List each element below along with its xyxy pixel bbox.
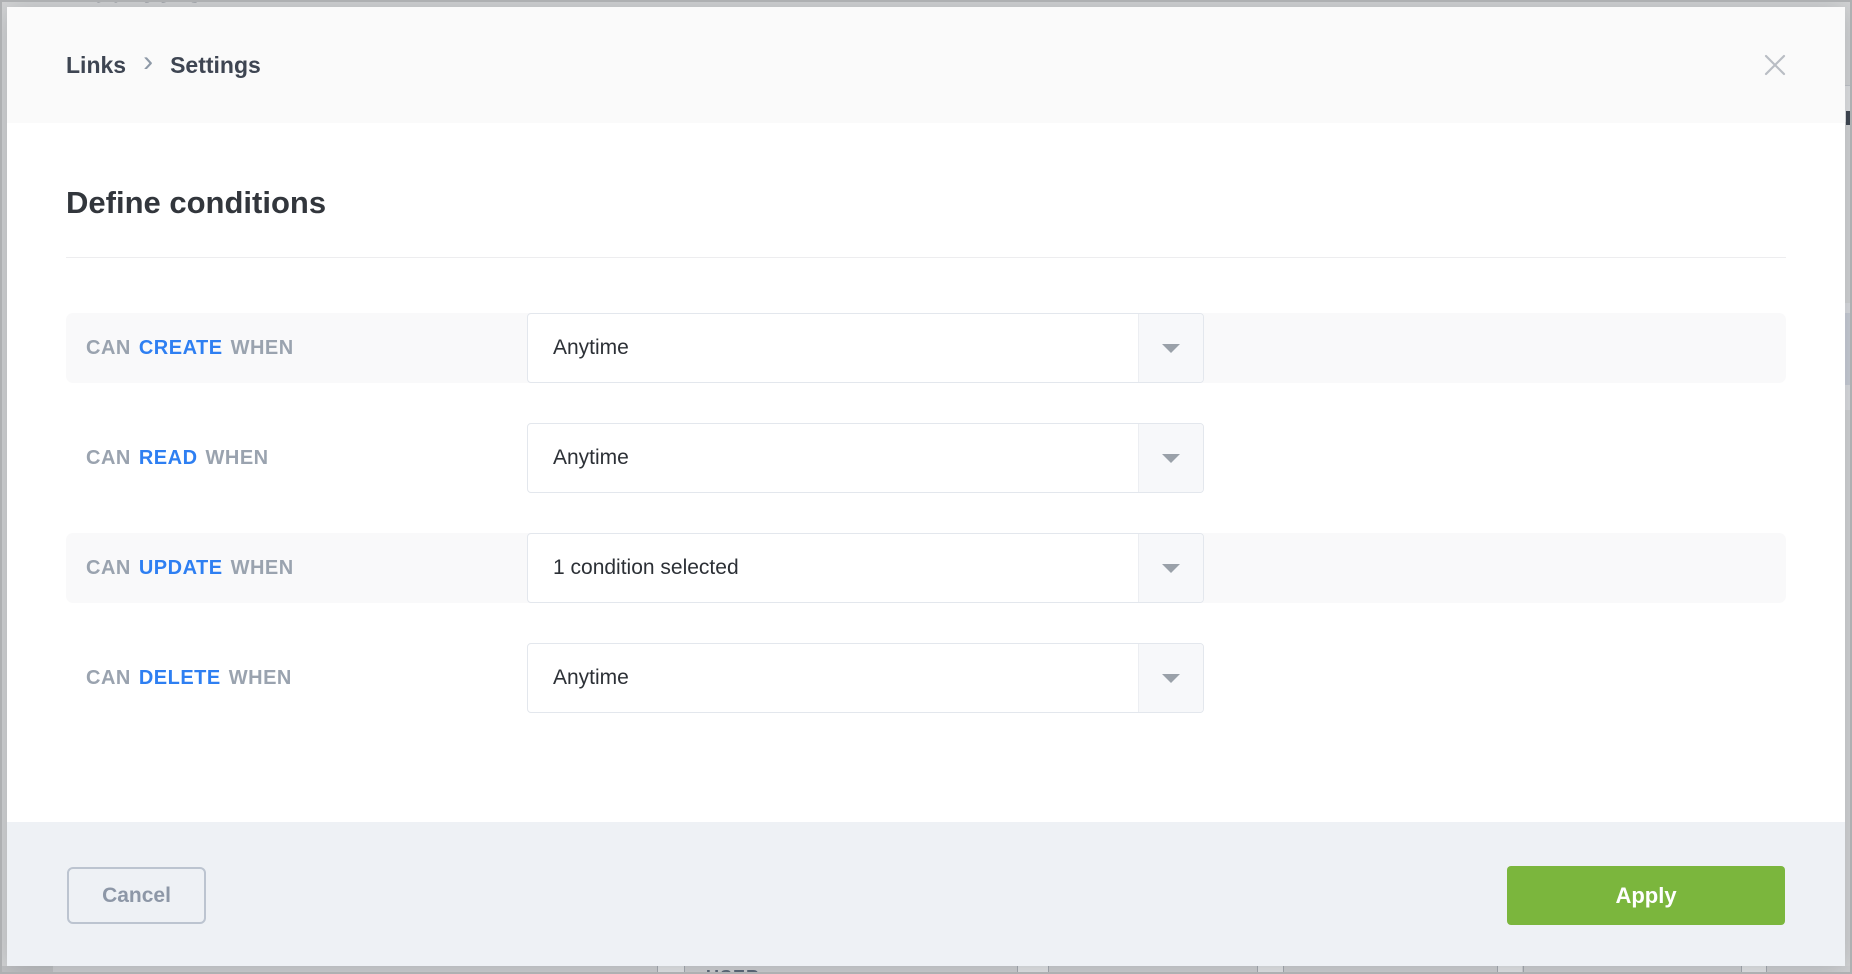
create-when-dropdown[interactable]: Anytime	[527, 313, 1204, 383]
breadcrumb-chevron-icon: ›	[143, 45, 153, 79]
label-prefix: CAN	[86, 667, 131, 690]
breadcrumb-links[interactable]: Links	[66, 52, 126, 79]
chevron-down-icon	[1138, 644, 1203, 712]
label-prefix: CAN	[86, 337, 131, 360]
update-when-dropdown[interactable]: 1 condition selected	[527, 533, 1204, 603]
condition-rows: CAN CREATE WHEN Anytime CAN READ WHEN	[66, 313, 1786, 753]
dropdown-selected-value: Anytime	[528, 446, 629, 470]
background-column-border	[1741, 966, 1742, 974]
breadcrumb: Links › Settings	[66, 7, 261, 123]
label-action: READ	[139, 447, 198, 470]
background-user-column-header: USER	[706, 967, 760, 974]
modal-header: Links › Settings	[7, 7, 1845, 123]
screen: Webhooks USER Links › Settin	[0, 0, 1852, 974]
can-update-label: CAN UPDATE WHEN	[66, 557, 294, 580]
row-can-read: CAN READ WHEN Anytime	[66, 423, 1786, 493]
label-action: DELETE	[139, 667, 221, 690]
background-text-fragment	[1846, 111, 1850, 125]
divider	[66, 257, 1786, 258]
background-column-border	[657, 966, 658, 974]
can-delete-label: CAN DELETE WHEN	[66, 667, 292, 690]
row-can-create: CAN CREATE WHEN Anytime	[66, 313, 1786, 383]
background-column-border	[684, 966, 685, 974]
can-create-label: CAN CREATE WHEN	[66, 337, 294, 360]
background-table-cell	[658, 966, 684, 974]
background-table-cell	[1018, 966, 1048, 974]
background-column-border	[1766, 966, 1767, 974]
background-column-border	[1283, 966, 1284, 974]
page-title: Define conditions	[66, 185, 326, 221]
label-suffix: WHEN	[206, 447, 269, 470]
background-table-header: USER	[0, 966, 1852, 974]
background-column-border	[1257, 966, 1258, 974]
background-page-right-edge	[1845, 0, 1852, 974]
can-read-label: CAN READ WHEN	[66, 447, 269, 470]
modal-footer: Cancel Apply	[7, 822, 1845, 966]
breadcrumb-settings[interactable]: Settings	[170, 52, 261, 79]
apply-button[interactable]: Apply	[1507, 866, 1785, 925]
close-icon	[1763, 53, 1787, 80]
background-table-cell	[1498, 966, 1522, 974]
label-prefix: CAN	[86, 557, 131, 580]
label-action: CREATE	[139, 337, 223, 360]
row-can-delete: CAN DELETE WHEN Anytime	[66, 643, 1786, 713]
background-column-border	[1523, 966, 1524, 974]
cancel-button[interactable]: Cancel	[67, 867, 206, 924]
background-table-corner	[0, 966, 53, 974]
background-table-row	[1845, 385, 1852, 410]
dropdown-selected-value: Anytime	[528, 666, 629, 690]
label-prefix: CAN	[86, 447, 131, 470]
background-table-row	[1845, 303, 1852, 313]
background-table-cell	[1742, 966, 1766, 974]
close-button[interactable]	[1761, 52, 1789, 80]
background-page-heading: Webhooks	[66, 0, 202, 6]
chevron-down-icon	[1138, 534, 1203, 602]
background-column-border	[1048, 966, 1049, 974]
dropdown-selected-value: 1 condition selected	[528, 556, 739, 580]
label-action: UPDATE	[139, 557, 223, 580]
chevron-down-icon	[1138, 424, 1203, 492]
background-column-border	[1017, 966, 1018, 974]
background-table-cell	[1258, 966, 1283, 974]
chevron-down-icon	[1138, 314, 1203, 382]
label-suffix: WHEN	[231, 337, 294, 360]
label-suffix: WHEN	[229, 667, 292, 690]
background-column-border	[1497, 966, 1498, 974]
delete-when-dropdown[interactable]: Anytime	[527, 643, 1204, 713]
label-suffix: WHEN	[231, 557, 294, 580]
modal-body: Define conditions CAN CREATE WHEN Anytim…	[7, 123, 1845, 822]
read-when-dropdown[interactable]: Anytime	[527, 423, 1204, 493]
settings-modal: Links › Settings Define conditions	[7, 7, 1845, 966]
background-table-row	[1845, 313, 1852, 385]
row-can-update: CAN UPDATE WHEN 1 condition selected	[66, 533, 1786, 603]
dropdown-selected-value: Anytime	[528, 336, 629, 360]
